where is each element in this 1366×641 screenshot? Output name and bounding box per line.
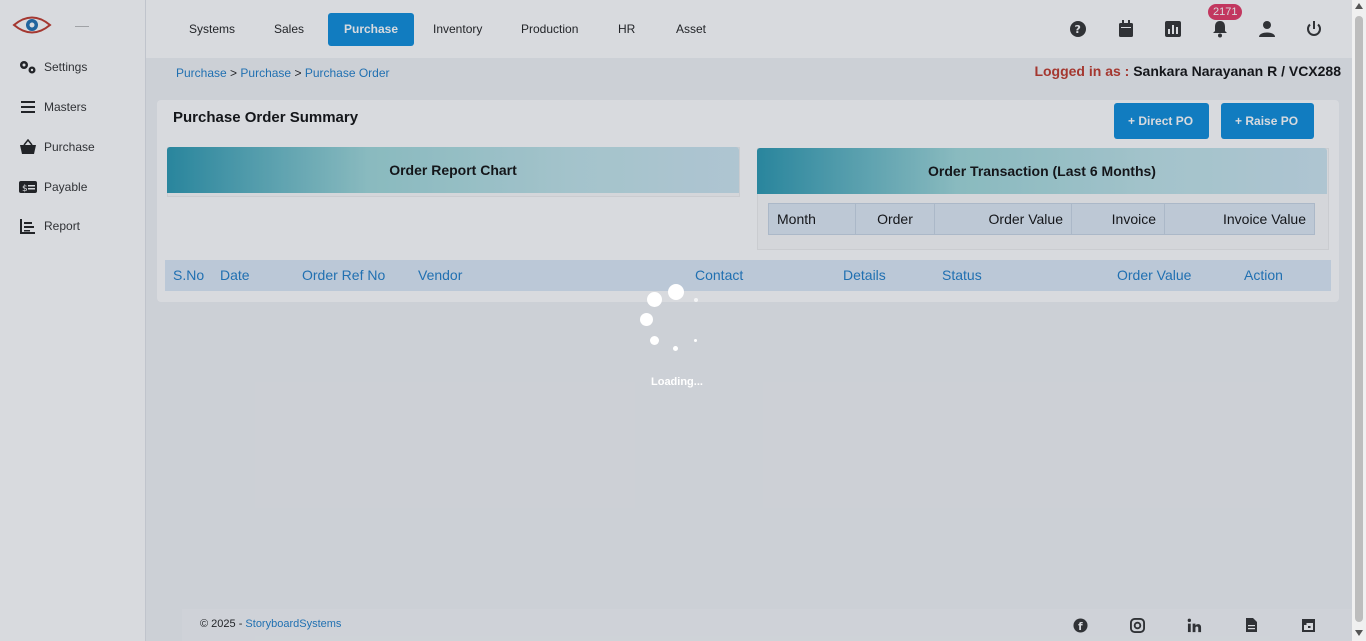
loading-spinner-icon	[638, 282, 710, 354]
loading-text: Loading...	[651, 376, 703, 388]
scrollbar-thumb[interactable]	[1355, 16, 1363, 622]
scroll-up-arrow-icon[interactable]	[1355, 3, 1363, 9]
scroll-down-arrow-icon[interactable]	[1355, 630, 1363, 636]
